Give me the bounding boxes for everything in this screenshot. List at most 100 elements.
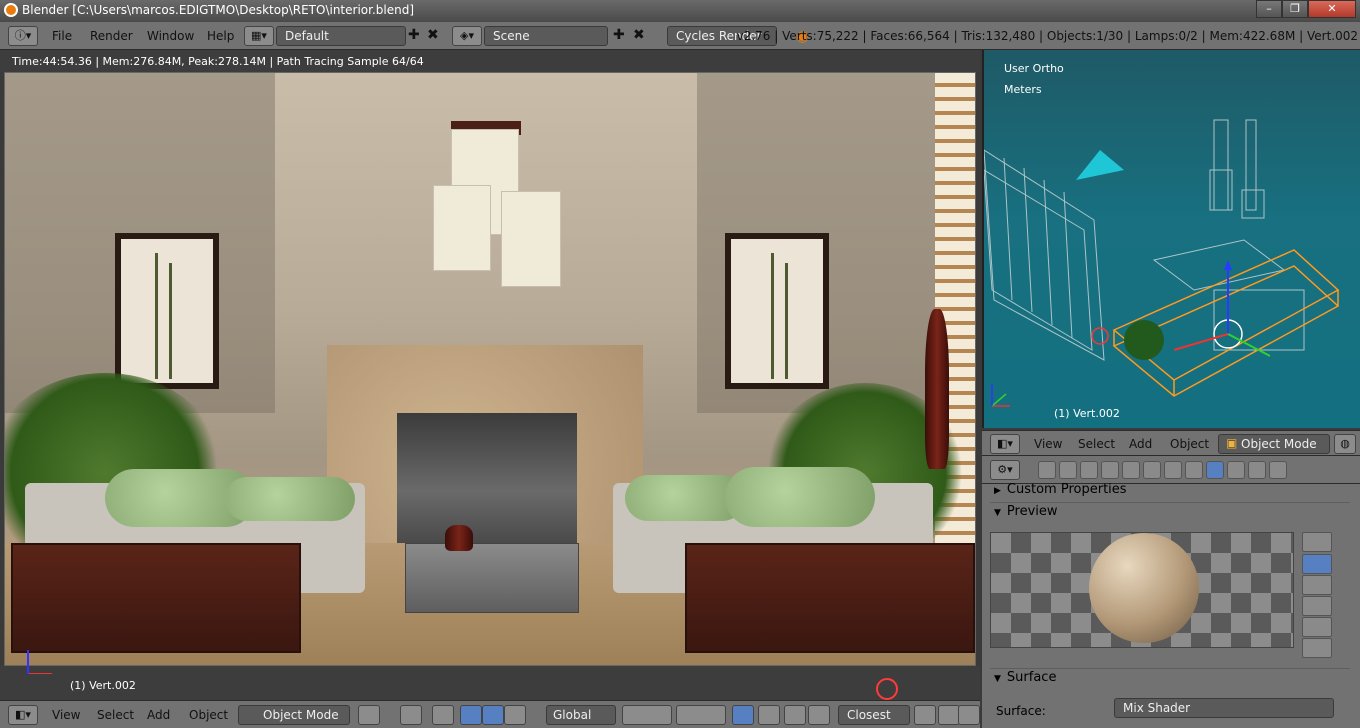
menu-file[interactable]: File <box>52 29 72 43</box>
scene-field[interactable]: Scene <box>484 26 608 46</box>
sofa-left-base <box>11 543 301 653</box>
world-tab-icon[interactable] <box>1101 461 1119 479</box>
surface-label: Surface: <box>996 704 1046 718</box>
layers-grid-2-icon[interactable] <box>676 705 726 725</box>
preview-sphere-sky-button[interactable] <box>1302 638 1332 658</box>
view-units: Meters <box>1004 83 1042 96</box>
maximize-button[interactable]: ❐ <box>1282 0 1308 18</box>
3d-cursor-icon[interactable] <box>876 678 898 700</box>
painting-left <box>115 233 219 389</box>
constraints-tab-icon[interactable] <box>1143 461 1161 479</box>
vp-menu-view[interactable]: View <box>1034 437 1062 451</box>
tall-vase <box>925 309 949 469</box>
manipulator-toggle-icon[interactable] <box>432 705 454 725</box>
screen-layout-field[interactable]: Default <box>276 26 406 46</box>
close-button[interactable]: ✕ <box>1308 0 1356 18</box>
scene-stats: v2.76 | Verts:75,222 | Faces:66,564 | Tr… <box>736 29 1358 43</box>
blender-logo-icon <box>4 3 18 17</box>
modifiers-tab-icon[interactable] <box>1164 461 1182 479</box>
translate-manipulator-icon[interactable] <box>460 705 482 725</box>
global-view-icon[interactable]: ◍ <box>1334 434 1356 454</box>
material-tab-icon[interactable] <box>1206 461 1224 479</box>
render-layers-tab-icon[interactable] <box>1059 461 1077 479</box>
menu-window[interactable]: Window <box>147 29 194 43</box>
rotate-manipulator-icon[interactable] <box>482 705 504 725</box>
menu-help[interactable]: Help <box>207 29 234 43</box>
render-tab-icon[interactable] <box>1038 461 1056 479</box>
vp-menu-add[interactable]: Add <box>1129 437 1152 451</box>
snap-target-select[interactable]: Closest <box>838 705 910 725</box>
add-scene-icon[interactable]: ✚ <box>613 27 625 43</box>
render-image <box>4 72 976 666</box>
render-still-icon[interactable] <box>938 705 960 725</box>
pendant-lamp-3 <box>501 191 561 287</box>
scale-manipulator-icon[interactable] <box>504 705 526 725</box>
screen-layout-icon[interactable]: ▦▾ <box>244 26 274 46</box>
vp-menu-select[interactable]: Select <box>1078 437 1115 451</box>
wireframe-scene <box>984 119 1340 407</box>
preview-sphere <box>1089 533 1199 643</box>
sofa-right-base <box>685 543 975 653</box>
editor-type-3d-icon[interactable]: ◧▾ <box>990 434 1020 454</box>
properties-panel: ▶ Custom Properties ▼ Preview ▼ Surface Sur… <box>982 482 1360 728</box>
preview-flat-button[interactable] <box>1302 532 1332 552</box>
texture-tab-icon[interactable] <box>1227 461 1245 479</box>
minimize-button[interactable]: – <box>1256 0 1282 18</box>
snap-element-icon[interactable] <box>808 705 830 725</box>
snap-toggle-icon[interactable] <box>784 705 806 725</box>
bb-menu-select[interactable]: Select <box>97 708 134 722</box>
panel-divider-2 <box>990 668 1350 669</box>
layers-grid-icon[interactable] <box>622 705 672 725</box>
pivot-point-icon[interactable] <box>400 705 422 725</box>
surface-shader-select[interactable]: Mix Shader <box>1114 698 1334 718</box>
editor-type-info-icon[interactable]: ⓘ▾ <box>8 26 38 46</box>
render-object-label: (1) Vert.002 <box>70 679 136 692</box>
window-titlebar: Blender [C:\Users\marcos.EDIGTMO\Desktop… <box>0 0 1360 22</box>
expanded-arrow-icon: ▼ <box>994 508 1001 518</box>
render-status: Time:44:54.36 | Mem:276.84M, Peak:278.14… <box>0 50 980 72</box>
properties-tabs: ⚙▾ <box>982 456 1360 484</box>
view-name: User Ortho <box>1004 62 1064 75</box>
lock-camera-icon[interactable] <box>732 705 754 725</box>
add-layout-icon[interactable]: ✚ <box>408 27 420 43</box>
axis-gizmo-icon <box>27 650 52 674</box>
surface-panel[interactable]: ▼ Surface <box>994 670 1056 685</box>
menu-render[interactable]: Render <box>90 29 133 43</box>
remove-layout-icon[interactable]: ✖ <box>427 27 439 43</box>
3d-viewport[interactable]: User Ortho Meters (1) Vert.002 <box>982 50 1360 428</box>
preview-monkey-button[interactable] <box>1302 596 1332 616</box>
bb-mode-select[interactable]: Object Mode <box>238 705 350 725</box>
small-vase <box>445 525 473 551</box>
transform-orientation-select[interactable]: Global <box>546 705 616 725</box>
particles-tab-icon[interactable] <box>1248 461 1266 479</box>
object-mode-icon: ▣ <box>1226 436 1238 450</box>
bb-menu-view[interactable]: View <box>52 708 80 722</box>
custom-properties-panel[interactable]: ▶ Custom Properties <box>994 482 1127 497</box>
editor-type-properties-icon[interactable]: ⚙▾ <box>990 460 1020 480</box>
remove-scene-icon[interactable]: ✖ <box>633 27 645 43</box>
physics-tab-icon[interactable] <box>1269 461 1287 479</box>
preview-hair-button[interactable] <box>1302 617 1332 637</box>
scene-tab-icon[interactable] <box>1080 461 1098 479</box>
scene-icon[interactable]: ◈▾ <box>452 26 482 46</box>
preview-panel[interactable]: ▼ Preview <box>994 504 1058 519</box>
bb-menu-object[interactable]: Object <box>189 708 228 722</box>
preview-cube-button[interactable] <box>1302 575 1332 595</box>
align-rotation-icon[interactable] <box>914 705 936 725</box>
expanded-arrow-icon-2: ▼ <box>994 674 1001 684</box>
fireplace <box>397 413 577 543</box>
vp-menu-object[interactable]: Object <box>1170 437 1209 451</box>
render-animation-icon[interactable] <box>958 705 980 725</box>
viewport-shading-icon[interactable] <box>358 705 380 725</box>
render-viewport-header: ◧▾ View Select Add Object Object Mode Gl… <box>0 700 980 728</box>
bb-menu-add[interactable]: Add <box>147 708 170 722</box>
editor-type-3d-icon-bottom[interactable]: ◧▾ <box>8 705 38 725</box>
material-preview <box>990 532 1294 648</box>
info-header: ⓘ▾ File Render Window Help ▦▾ Default ✚ … <box>0 22 1360 50</box>
proportional-edit-icon[interactable] <box>758 705 780 725</box>
viewport-object-label: (1) Vert.002 <box>1054 407 1120 420</box>
object-tab-icon[interactable] <box>1122 461 1140 479</box>
preview-sphere-button[interactable] <box>1302 554 1332 574</box>
pendant-lamp-2 <box>433 185 491 271</box>
data-tab-icon[interactable] <box>1185 461 1203 479</box>
